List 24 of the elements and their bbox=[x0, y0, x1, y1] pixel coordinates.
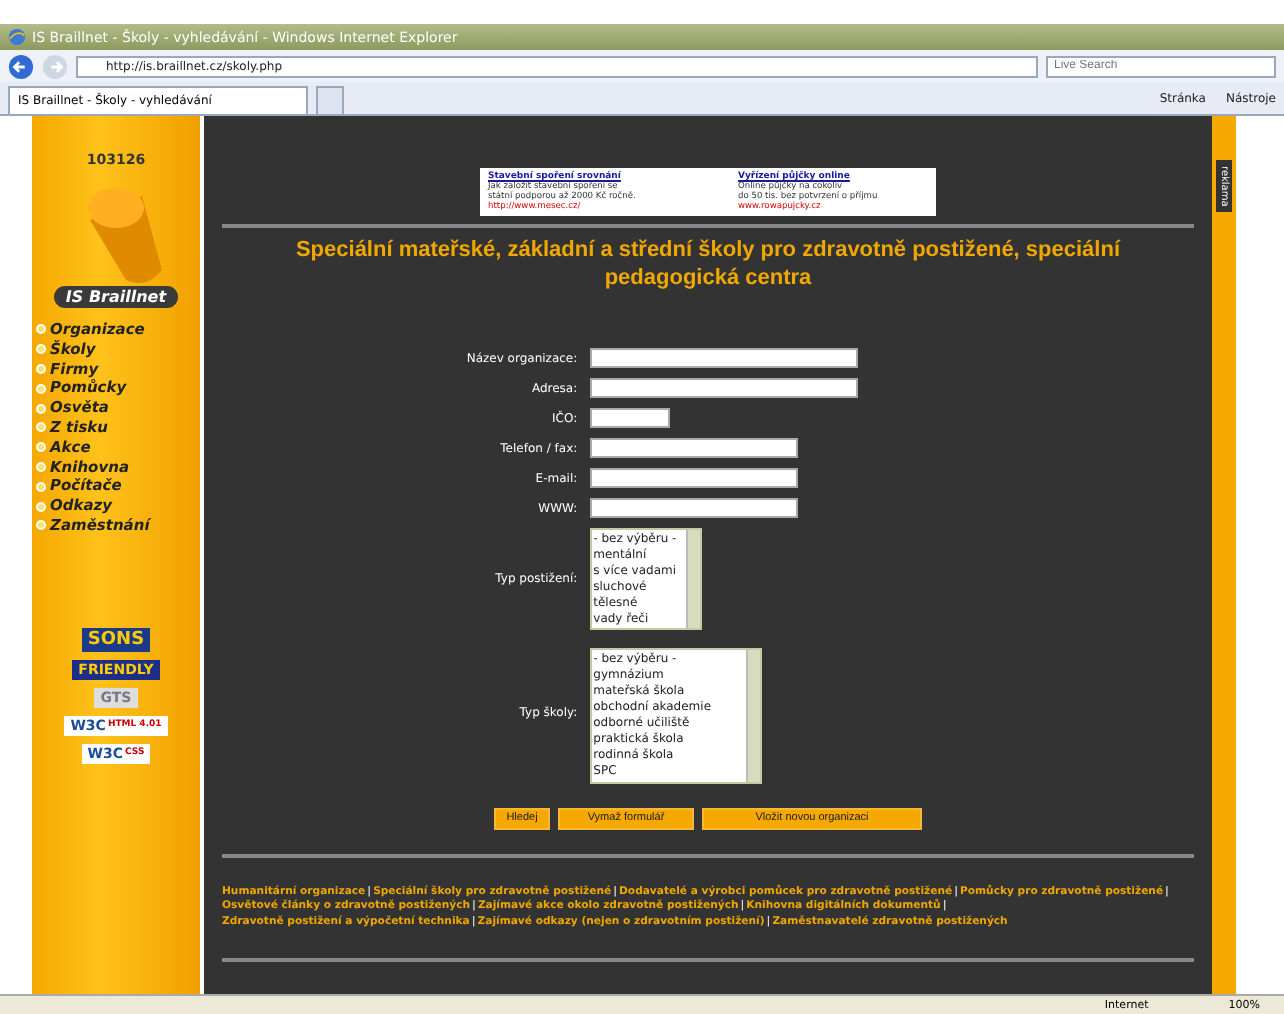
input-field[interactable] bbox=[589, 498, 798, 518]
forward-button[interactable] bbox=[42, 53, 68, 79]
bullet-icon bbox=[36, 403, 46, 414]
input-field[interactable] bbox=[589, 438, 798, 458]
badge-logo[interactable]: SONS bbox=[81, 627, 151, 652]
page-heading: Speciální mateřské, základní a střední školy pro zdravotně postižené, speciální pedagogická centra bbox=[293, 236, 1123, 292]
bullet-icon bbox=[36, 324, 46, 335]
bullet-icon bbox=[36, 442, 46, 453]
input-field[interactable] bbox=[589, 348, 858, 368]
bullet-icon bbox=[36, 461, 46, 472]
input-field[interactable] bbox=[589, 378, 858, 398]
input-field[interactable] bbox=[589, 468, 798, 488]
back-button[interactable] bbox=[8, 53, 34, 79]
bullet-icon bbox=[36, 422, 46, 433]
bullet-icon bbox=[36, 383, 46, 394]
input-field[interactable] bbox=[589, 408, 670, 428]
bullet-icon bbox=[36, 520, 46, 531]
bullet-icon bbox=[36, 501, 46, 512]
bullet-icon bbox=[36, 481, 46, 492]
bullet-icon bbox=[36, 363, 46, 374]
new-tab-button[interactable] bbox=[316, 86, 344, 114]
browser-icon bbox=[8, 28, 26, 46]
site-logo: IS Braillnet bbox=[53, 286, 179, 308]
bullet-icon bbox=[36, 344, 46, 355]
